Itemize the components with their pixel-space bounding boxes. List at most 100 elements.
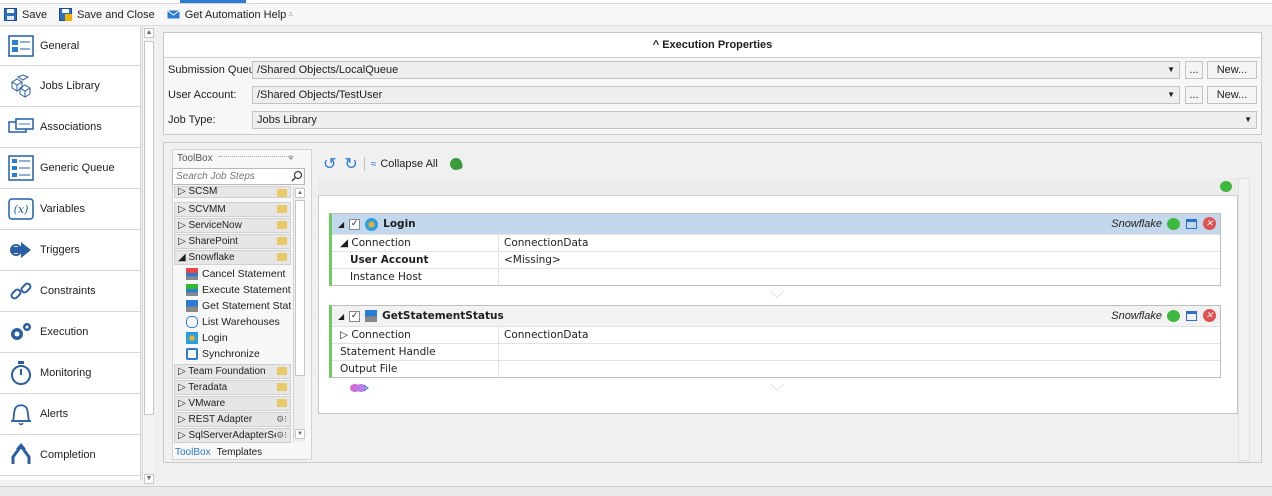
plugin-icon: ⚙⁝ (276, 414, 287, 424)
property-value[interactable] (499, 269, 504, 285)
save-icon (4, 8, 17, 21)
nav-item-more[interactable] (0, 476, 140, 480)
nav-item-monitoring[interactable]: Monitoring (0, 353, 140, 394)
step-header[interactable]: ◢ ✓ GetStatementStatus Snowflake ✕ (332, 306, 1220, 326)
property-value[interactable] (499, 344, 504, 360)
nav-item-constraints[interactable]: Constraints (0, 271, 140, 312)
execute-statement-icon (186, 284, 198, 296)
tab-templates[interactable]: Templates (214, 447, 266, 458)
scroll-thumb[interactable] (144, 41, 154, 415)
redo-icon[interactable]: ↻ (344, 154, 357, 174)
scroll-up-icon[interactable]: ▲ (144, 28, 154, 38)
save-button[interactable]: Save (0, 5, 51, 25)
nav-item-associations[interactable]: Associations (0, 107, 140, 148)
toolbox-group-vmware[interactable]: ▷ VMware (174, 396, 291, 411)
toolbox-item-login[interactable]: Login (186, 330, 228, 346)
connector-arrow-icon (770, 291, 784, 298)
nav-item-jobs-library[interactable]: Jobs Library (0, 66, 140, 107)
canvas-scrollbar[interactable] (1238, 178, 1250, 461)
user-account-browse-button[interactable]: ... (1185, 86, 1203, 104)
property-row[interactable]: Statement Handle (332, 343, 1220, 360)
nav-item-general[interactable]: General (0, 27, 140, 66)
job-step-getstatementstatus[interactable]: ◢ ✓ GetStatementStatus Snowflake ✕ ▷ Con… (329, 305, 1221, 378)
user-account-select[interactable]: /Shared Objects/TestUser ▼ (252, 86, 1180, 104)
delete-icon[interactable]: ✕ (1203, 217, 1216, 230)
item-label: List Warehouses (202, 316, 280, 328)
item-label: Get Statement Stat (202, 300, 292, 312)
group-label: Team Foundation (188, 366, 266, 377)
nav-item-triggers[interactable]: Triggers (0, 230, 140, 271)
submission-queue-select[interactable]: /Shared Objects/LocalQueue ▼ (252, 61, 1180, 79)
expand-icon[interactable]: ◢ (338, 220, 344, 229)
property-row[interactable]: ◢ Connection ConnectionData (332, 234, 1220, 251)
comment-icon[interactable] (1220, 181, 1232, 192)
tab-toolbox[interactable]: ToolBox (172, 447, 214, 458)
toolbox-item-synchronize[interactable]: Synchronize (186, 346, 260, 362)
nav-item-execution[interactable]: Execution (0, 312, 140, 353)
toolbox-scrollbar[interactable]: ▲ ▼ (293, 186, 305, 442)
nav-item-alerts[interactable]: Alerts (0, 394, 140, 435)
toolbox-group-scsm[interactable]: ▷ SCSM (174, 186, 291, 198)
nav-item-generic-queue[interactable]: Generic Queue (0, 148, 140, 189)
nav-label: Monitoring (40, 367, 92, 379)
toolbox-item-get-statement-status[interactable]: Get Statement Stat (186, 298, 291, 314)
toolbox-item-list-warehouses[interactable]: List Warehouses (186, 314, 280, 330)
property-row[interactable]: Output File (332, 360, 1220, 377)
execution-properties-header[interactable]: ^ Execution Properties (164, 33, 1261, 58)
property-value[interactable]: ConnectionData (499, 235, 588, 251)
step-enabled-checkbox[interactable]: ✓ (349, 310, 361, 322)
scroll-thumb[interactable] (295, 200, 305, 376)
user-account-new-button[interactable]: New... (1207, 86, 1257, 104)
nav-item-variables[interactable]: (x) Variables (0, 189, 140, 230)
properties-icon[interactable] (1186, 218, 1197, 229)
alerts-icon (8, 401, 34, 427)
collapse-all-button[interactable]: ≈ Collapse All (371, 158, 438, 170)
scroll-down-icon[interactable]: ▼ (144, 474, 154, 484)
properties-icon[interactable] (1186, 310, 1197, 321)
group-label: SCSM (188, 186, 218, 197)
submission-queue-browse-button[interactable]: ... (1185, 61, 1203, 79)
scroll-down-icon[interactable]: ▼ (295, 429, 305, 439)
toolbox-group-sqlserver-adapter[interactable]: ▷ SqlServerAdapterSe ⚙⁝ (174, 428, 291, 443)
submission-queue-new-button[interactable]: New... (1207, 61, 1257, 79)
toolbox-group-scvmm[interactable]: ▷ SCVMM (174, 202, 291, 217)
undo-icon[interactable]: ↺ (323, 154, 336, 174)
job-type-select[interactable]: Jobs Library ▼ (252, 111, 1257, 129)
comment-icon[interactable] (1167, 309, 1180, 322)
toolbox-group-team-foundation[interactable]: ▷ Team Foundation (174, 364, 291, 379)
validate-icon[interactable] (448, 156, 464, 172)
property-value[interactable]: ConnectionData (499, 327, 588, 343)
scroll-up-icon[interactable]: ▲ (295, 188, 305, 198)
nav-scrollbar[interactable]: ▲ ▼ (142, 27, 154, 484)
item-label: Cancel Statement (202, 268, 286, 280)
toolbar-overflow-icon[interactable]: ⩡ (288, 9, 293, 20)
job-step-login[interactable]: ◢ ✓ Login Snowflake ✕ ◢ Connection Connec… (329, 213, 1221, 286)
search-icon[interactable] (291, 170, 303, 182)
toolbox-group-sharepoint[interactable]: ▷ SharePoint (174, 234, 291, 249)
toolbox-search-input[interactable]: Search Job Steps (172, 168, 305, 185)
toolbox-group-snowflake[interactable]: ◢ Snowflake (174, 250, 291, 265)
toolbox-group-servicenow[interactable]: ▷ ServiceNow (174, 218, 291, 233)
item-label: Synchronize (202, 348, 260, 360)
toolbox-group-rest-adapter[interactable]: ▷ REST Adapter ⚙⁝ (174, 412, 291, 427)
group-label: SharePoint (188, 236, 238, 247)
property-row[interactable]: ▷ Connection ConnectionData (332, 326, 1220, 343)
property-value[interactable]: <Missing> (499, 252, 561, 268)
expand-icon[interactable]: ◢ (338, 312, 344, 321)
toolbox-item-execute-statement[interactable]: Execute Statement (186, 282, 291, 298)
property-row[interactable]: Instance Host (332, 268, 1220, 285)
get-automation-help-button[interactable]: Get Automation Help ⩡ (163, 5, 298, 25)
pin-icon[interactable]: ᵠ (289, 153, 293, 163)
property-row[interactable]: User Account <Missing> (332, 251, 1220, 268)
step-header[interactable]: ◢ ✓ Login Snowflake ✕ (332, 214, 1220, 234)
delete-icon[interactable]: ✕ (1203, 309, 1216, 322)
comment-icon[interactable] (1167, 217, 1180, 230)
warehouse-icon (186, 316, 198, 328)
save-and-close-button[interactable]: Save and Close (55, 5, 159, 25)
toolbox-item-cancel-statement[interactable]: Cancel Statement (186, 266, 285, 282)
step-enabled-checkbox[interactable]: ✓ (349, 218, 361, 230)
link-icon[interactable] (349, 383, 369, 393)
property-value[interactable] (499, 361, 504, 377)
nav-item-completion[interactable]: Completion (0, 435, 140, 476)
toolbox-group-teradata[interactable]: ▷ Teradata (174, 380, 291, 395)
